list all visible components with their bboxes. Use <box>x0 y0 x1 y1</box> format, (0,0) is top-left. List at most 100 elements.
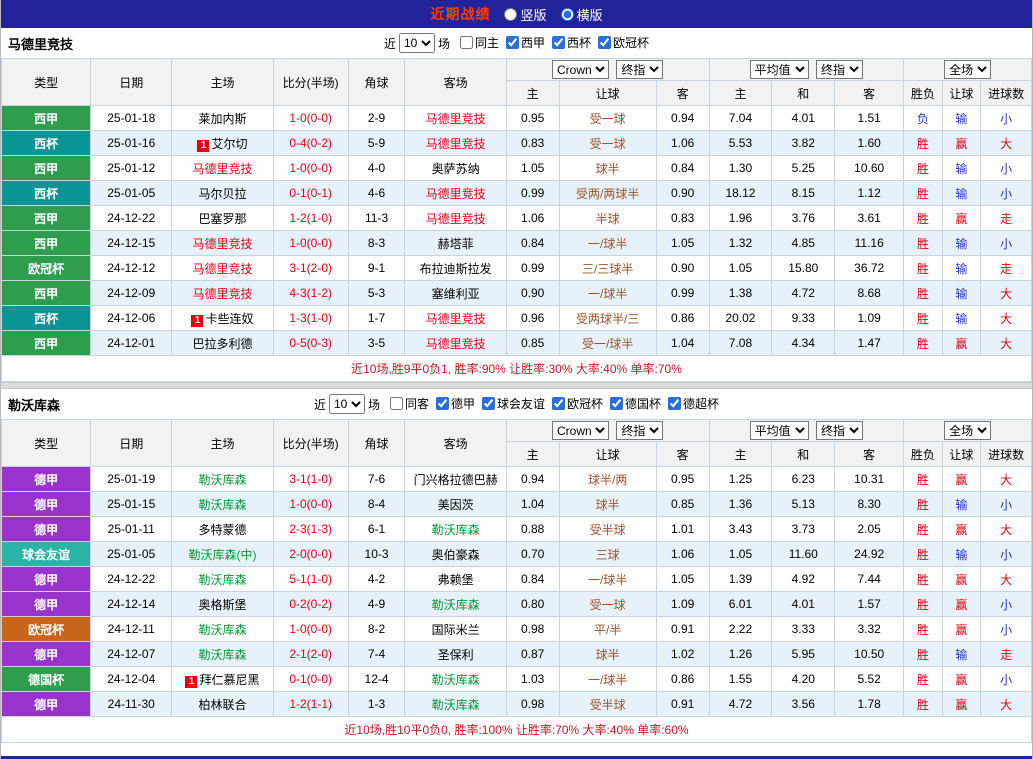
scope-select[interactable]: 全场 <box>944 421 992 440</box>
avg-home-odds-cell: 3.43 <box>708 516 773 542</box>
league-filter[interactable]: 球会友谊 <box>482 395 545 412</box>
scope-select[interactable]: 全场 <box>944 60 992 79</box>
filter-bar: 近 10 场 同客 德甲 球会友谊 欧冠杯 德国杯 德超杯 <box>314 394 719 414</box>
col-header-type: 类型 <box>0 58 92 106</box>
result-goals-cell: 小 <box>980 230 1032 256</box>
home-odds-cell: 0.84 <box>505 566 560 592</box>
away-team-cell: 马德里竞技 <box>404 105 507 131</box>
scope-group-header: 全场 <box>903 58 1032 81</box>
sub-header-avg-home: 主 <box>708 441 773 467</box>
matches-table: 类型 日期 主场 比分(半场) 角球 客场 Crown 终指 平均值 终指 全场 <box>0 58 1032 382</box>
league-filter-checkbox[interactable] <box>482 397 495 410</box>
col-header-corners: 角球 <box>347 58 406 106</box>
league-filter[interactable]: 同客 <box>389 395 429 412</box>
red-card-badge: 1 <box>191 314 204 327</box>
avg-draw-odds-cell: 5.25 <box>771 155 836 181</box>
match-row: 欧冠杯 24-12-12 马德里竞技 3-1(2-0) 9-1 布拉迪斯拉发 0.99 三/三… <box>0 255 1032 281</box>
league-filter[interactable]: 欧冠杯 <box>552 395 603 412</box>
league-filter[interactable]: 西杯 <box>552 34 591 51</box>
avg-away-odds-cell: 2.05 <box>834 516 905 542</box>
away-odds-cell: 0.90 <box>655 255 710 281</box>
league-filter-label: 球会友谊 <box>497 397 546 411</box>
bookmaker-select[interactable]: Crown <box>551 60 609 79</box>
home-team-cell: 马德里竞技 <box>171 255 274 281</box>
score-cell: 0-5(0-3) <box>272 330 349 356</box>
col-header-home: 主场 <box>171 58 274 106</box>
league-filter-checkbox[interactable] <box>552 36 566 49</box>
away-odds-cell: 0.90 <box>655 180 710 206</box>
average-stage-select[interactable]: 终指 <box>816 421 863 440</box>
league-filter-checkbox[interactable] <box>668 397 682 410</box>
away-team-name: 勒沃库森 <box>431 697 480 712</box>
league-badge: 德甲 <box>0 466 92 492</box>
average-stage-select[interactable]: 终指 <box>816 60 863 79</box>
result-goals-cell: 小 <box>980 666 1032 692</box>
home-odds-cell: 0.83 <box>505 130 560 156</box>
avg-away-odds-cell: 11.16 <box>834 230 905 256</box>
avg-away-odds-cell: 5.52 <box>834 666 905 692</box>
home-team-cell: 勒沃库森 <box>171 491 274 517</box>
result-wdl-cell: 胜 <box>903 591 943 617</box>
away-odds-cell: 0.84 <box>655 155 710 181</box>
vertical-layout-label: 竖版 <box>520 7 547 23</box>
match-row: 西甲 24-12-22 巴塞罗那 1-2(1-0) 11-3 马德里竞技 1.06 半球 0.8… <box>0 205 1032 231</box>
league-filter-checkbox[interactable] <box>610 397 624 410</box>
league-filter[interactable]: 西甲 <box>506 34 545 51</box>
col-header-away: 客场 <box>404 58 507 106</box>
result-handicap-cell: 输 <box>941 155 982 181</box>
col-header-date: 日期 <box>90 419 173 467</box>
league-filter-checkbox[interactable] <box>389 397 403 410</box>
handicap-cell: 受一球 <box>558 130 657 156</box>
result-goals-cell: 大 <box>980 691 1032 717</box>
match-count-select[interactable]: 10 <box>328 394 365 414</box>
filter-near-label: 近 <box>383 36 396 51</box>
match-row: 西杯 24-12-06 1 卡些连奴 1-3(1-0) 1-7 马德里竞技 0.96 受两球半/… <box>0 305 1032 331</box>
result-handicap-cell: 赢 <box>941 616 982 642</box>
top-header-bar: 近期战绩 竖版 横版 <box>1 0 1032 28</box>
vertical-layout-radio[interactable] <box>504 7 518 21</box>
sub-header-handicap: 让球 <box>558 441 657 467</box>
league-filter-checkbox[interactable] <box>506 36 519 49</box>
match-row: 德甲 24-12-14 奥格斯堡 0-2(0-2) 4-9 勒沃库森 0.80 受一球 1.09… <box>0 591 1032 617</box>
sub-header-odds-home: 主 <box>505 441 560 467</box>
league-filter[interactable]: 德国杯 <box>610 395 661 412</box>
home-odds-cell: 1.03 <box>505 666 560 692</box>
away-team-cell: 弗赖堡 <box>404 566 507 592</box>
odds-stage-select[interactable]: 终指 <box>616 421 664 440</box>
league-filter-checkbox[interactable] <box>552 397 566 410</box>
avg-draw-odds-cell: 4.34 <box>771 330 836 356</box>
league-filter[interactable]: 德甲 <box>435 395 475 412</box>
handicap-cell: 受一/球半 <box>558 330 657 356</box>
league-filter[interactable]: 德超杯 <box>668 395 719 412</box>
col-header-score: 比分(半场) <box>272 419 349 467</box>
home-team-name: 拜仁慕尼黑 <box>199 672 260 687</box>
avg-away-odds-cell: 8.68 <box>834 280 905 306</box>
home-team-name: 艾尔切 <box>211 136 248 151</box>
match-row: 德甲 25-01-19 勒沃库森 3-1(1-0) 7-6 门兴格拉德巴赫 0.94 球半/两… <box>0 466 1032 492</box>
away-team-name: 圣保利 <box>437 647 474 662</box>
home-team-cell: 奥格斯堡 <box>171 591 274 617</box>
away-team-name: 奥萨苏纳 <box>431 161 480 176</box>
league-filter[interactable]: 同主 <box>459 34 499 51</box>
handicap-cell: 平/半 <box>558 616 657 642</box>
league-filter-checkbox[interactable] <box>435 397 449 410</box>
odds-stage-select[interactable]: 终指 <box>616 60 664 79</box>
match-date: 24-12-07 <box>90 641 173 667</box>
league-filter-checkbox[interactable] <box>459 36 473 49</box>
bookmaker-select[interactable]: Crown <box>551 421 609 440</box>
away-team-name: 马德里竞技 <box>425 186 486 201</box>
match-date: 25-01-12 <box>90 155 173 181</box>
average-select[interactable]: 平均值 <box>749 421 809 440</box>
score-cell: 5-1(1-0) <box>272 566 349 592</box>
average-select[interactable]: 平均值 <box>749 60 809 79</box>
league-filter[interactable]: 欧冠杯 <box>598 34 649 51</box>
league-filter-checkbox[interactable] <box>598 36 612 49</box>
away-team-name: 赫塔菲 <box>437 236 474 251</box>
match-count-select[interactable]: 10 <box>398 33 435 53</box>
corners-cell: 4-0 <box>347 155 406 181</box>
layout-option-vertical[interactable]: 竖版 <box>504 5 547 24</box>
result-handicap-cell: 输 <box>941 105 982 131</box>
result-goals-cell: 小 <box>980 491 1032 517</box>
horizontal-layout-radio[interactable] <box>560 7 574 21</box>
layout-option-horizontal[interactable]: 横版 <box>560 5 603 24</box>
